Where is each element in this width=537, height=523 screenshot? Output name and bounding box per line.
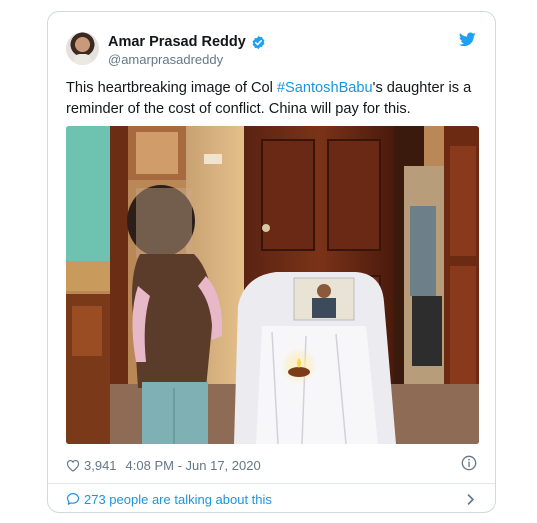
chevron-right-icon [467, 494, 475, 505]
tweet-text: This heartbreaking image of Col #Santosh… [66, 78, 481, 120]
like-count[interactable]: 3,941 [84, 458, 117, 473]
verified-badge-icon [252, 35, 265, 49]
tweet-photo[interactable] [66, 126, 479, 444]
divider [48, 483, 495, 484]
info-icon[interactable] [461, 455, 477, 471]
heart-icon[interactable] [66, 459, 80, 472]
author-handle[interactable]: @amarprasadreddy [108, 52, 223, 67]
speech-bubble-icon [66, 493, 80, 505]
tweet-meta: 3,941 4:08 PM - Jun 17, 2020 [66, 456, 261, 474]
tweet-card: Amar Prasad Reddy @amarprasadreddy This … [47, 11, 496, 513]
author-name[interactable]: Amar Prasad Reddy [108, 34, 246, 50]
tweet-text-start: This heartbreaking image of Col [66, 80, 277, 96]
hashtag-link[interactable]: #SantoshBabu [277, 80, 373, 96]
author-name-row: Amar Prasad Reddy [108, 33, 266, 51]
tweet-timestamp[interactable]: 4:08 PM - Jun 17, 2020 [126, 458, 261, 473]
conversation-count-text: 273 people are talking about this [84, 491, 272, 507]
twitter-logo-icon[interactable] [459, 32, 476, 47]
conversation-link[interactable]: 273 people are talking about this [66, 489, 477, 509]
tweet-photo-scene [66, 126, 479, 444]
author-avatar[interactable] [66, 32, 99, 65]
